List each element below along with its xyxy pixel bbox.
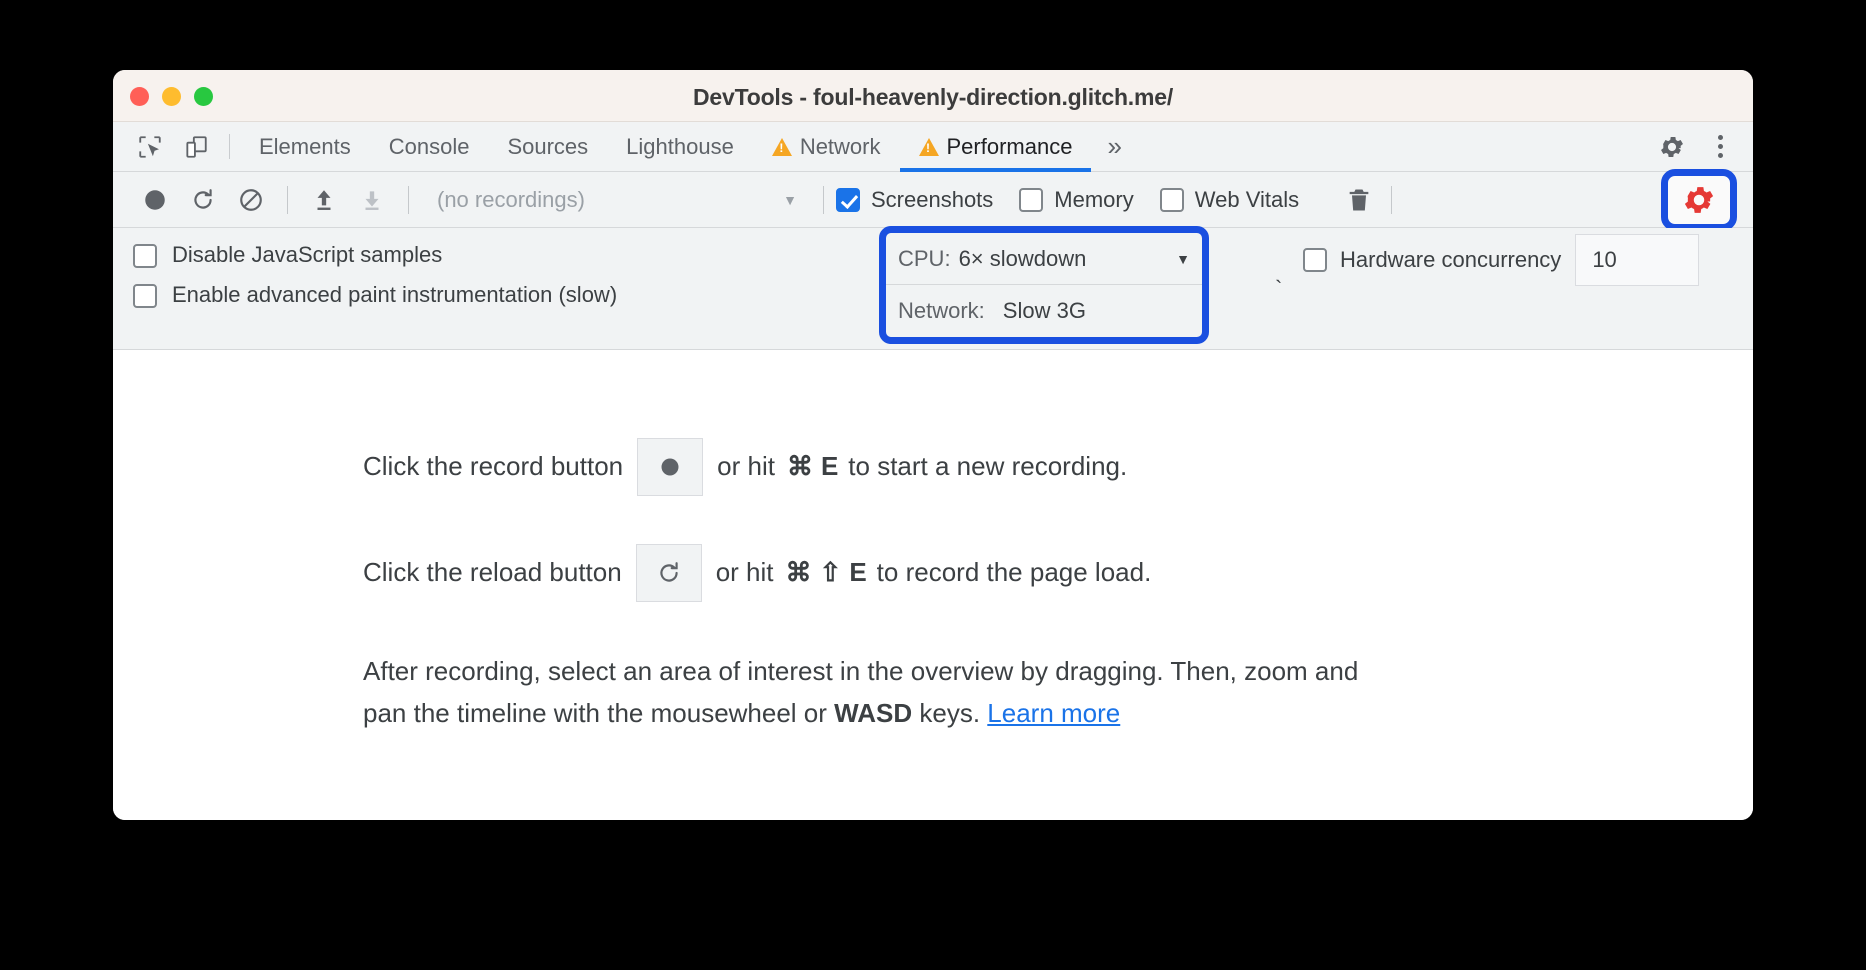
shortcut-key-command: ⌘ [785, 557, 812, 588]
capture-settings-button[interactable] [1661, 168, 1737, 231]
web-vitals-checkbox[interactable]: Web Vitals [1159, 186, 1300, 213]
trash-icon[interactable] [1333, 186, 1385, 214]
checkbox-box [1159, 187, 1184, 212]
tab-label: Console [388, 133, 470, 159]
toolbar-divider [287, 185, 288, 214]
capture-settings-left-column: Disable JavaScript samples Enable advanc… [113, 228, 773, 349]
title-bar: DevTools - foul-heavenly-direction.glitc… [113, 70, 1753, 122]
record-instruction-line: Click the record button or hit ⌘ E to st… [363, 438, 1753, 496]
more-tabs-chevron-icon[interactable]: » [1091, 122, 1137, 171]
tab-performance[interactable]: Performance [899, 122, 1092, 172]
shortcut-key-shift: ⇧ [819, 557, 842, 588]
capture-settings-pane: Disable JavaScript samples Enable advanc… [113, 226, 1753, 350]
checkbox-label: Web Vitals [1194, 186, 1300, 212]
tab-network[interactable]: Network [753, 122, 900, 171]
network-value: Slow 3G [1002, 298, 1086, 323]
advanced-paint-instrumentation-checkbox[interactable]: Enable advanced paint instrumentation (s… [133, 282, 773, 308]
devtools-tab-bar: Elements Console Sources Lighthouse Netw… [113, 122, 1753, 172]
hardware-concurrency-input[interactable]: 10 [1575, 234, 1700, 286]
paragraph-bold-keys: WASD [834, 698, 913, 729]
shortcut-key-command: ⌘ [786, 451, 813, 482]
reload-icon[interactable] [635, 544, 702, 602]
checkbox-box [836, 187, 860, 212]
toolbar-divider [408, 185, 409, 214]
tab-console[interactable]: Console [370, 122, 489, 171]
memory-checkbox[interactable]: Memory [1019, 186, 1134, 213]
device-toolbar-icon[interactable] [173, 122, 219, 171]
clear-button[interactable] [227, 180, 275, 220]
instruction-mid: or hit [715, 557, 774, 588]
chevron-down-icon: ▼ [783, 191, 797, 208]
more-options-kebab-icon[interactable] [1702, 135, 1739, 158]
paragraph-part2: keys. [912, 698, 988, 729]
checkbox-box [133, 244, 157, 268]
recordings-dropdown[interactable]: (no recordings) ▼ [421, 187, 811, 213]
checkbox-label: Enable advanced paint instrumentation (s… [172, 282, 618, 307]
tab-label: Lighthouse [626, 133, 734, 159]
checkbox-label: Hardware concurrency [1340, 247, 1562, 272]
tab-elements[interactable]: Elements [240, 122, 370, 171]
toolbar-divider [823, 185, 824, 214]
red-gear-icon [1684, 186, 1714, 213]
throttling-highlight-group: CPU: 6× slowdown ▼ Network: Slow 3G [879, 226, 1209, 344]
overview-help-paragraph: After recording, select an area of inter… [363, 650, 1363, 734]
toolbar-divider [229, 134, 230, 159]
instruction-suffix: to record the page load. [876, 557, 1152, 588]
hardware-concurrency-group: Hardware concurrency 10 [1303, 234, 1700, 286]
instruction-prefix: Click the record button [363, 451, 624, 482]
inspect-element-icon[interactable] [127, 122, 173, 171]
recordings-value: (no recordings) [437, 186, 585, 212]
tab-sources[interactable]: Sources [488, 122, 607, 171]
tab-label: Sources [507, 133, 589, 159]
cpu-throttling-dropdown[interactable]: CPU: 6× slowdown ▼ [886, 233, 1202, 285]
settings-gear-icon[interactable] [1648, 133, 1696, 161]
instruction-prefix: Click the reload button [363, 557, 622, 588]
network-label: Network: [898, 298, 985, 323]
instruction-suffix: to start a new recording. [848, 451, 1128, 482]
tab-label: Elements [259, 133, 351, 159]
warning-triangle-icon [918, 137, 939, 156]
tab-bar-right-actions [1648, 122, 1753, 171]
cpu-label: CPU: [898, 245, 951, 271]
disable-js-samples-checkbox[interactable]: Disable JavaScript samples [133, 242, 773, 268]
devtools-window: DevTools - foul-heavenly-direction.glitc… [113, 70, 1753, 820]
record-button[interactable] [131, 180, 179, 220]
tab-label: Performance [946, 133, 1073, 159]
cpu-value: 6× slowdown [958, 245, 1087, 271]
tab-label: Network [799, 133, 881, 159]
save-profile-icon[interactable] [348, 180, 396, 220]
load-profile-icon[interactable] [300, 180, 348, 220]
hardware-concurrency-checkbox[interactable]: Hardware concurrency [1303, 247, 1575, 273]
reload-and-record-button[interactable] [179, 180, 227, 220]
hardware-concurrency-value: 10 [1592, 247, 1617, 272]
warning-triangle-icon [771, 137, 792, 156]
checkbox-box [1019, 187, 1044, 212]
shortcut-key-e: E [820, 451, 839, 482]
chevron-down-icon: ▼ [1176, 250, 1190, 267]
shortcut-key-e: E [849, 557, 867, 588]
tab-lighthouse[interactable]: Lighthouse [607, 122, 753, 171]
performance-toolbar: (no recordings) ▼ Screenshots Memory Web… [113, 168, 1753, 231]
network-throttling-dropdown[interactable]: Network: Slow 3G [886, 285, 1202, 337]
stray-tick-glyph: ` [1275, 276, 1283, 301]
checkbox-box [133, 284, 157, 308]
checkbox-label: Memory [1054, 186, 1134, 212]
checkbox-label: Screenshots [871, 186, 994, 212]
record-circle-icon[interactable] [637, 438, 704, 496]
toolbar-divider [1391, 185, 1393, 214]
page-title: DevTools - foul-heavenly-direction.glitc… [692, 84, 1174, 110]
learn-more-link[interactable]: Learn more [987, 698, 1120, 728]
checkbox-label: Disable JavaScript samples [172, 242, 443, 267]
screenshots-checkbox[interactable]: Screenshots [836, 187, 993, 213]
reload-instruction-line: Click the reload button or hit ⌘ ⇧ E to … [363, 544, 1753, 602]
checkbox-box [1303, 248, 1327, 272]
instruction-mid: or hit [717, 451, 775, 482]
performance-landing-content: Click the record button or hit ⌘ E to st… [113, 350, 1753, 820]
